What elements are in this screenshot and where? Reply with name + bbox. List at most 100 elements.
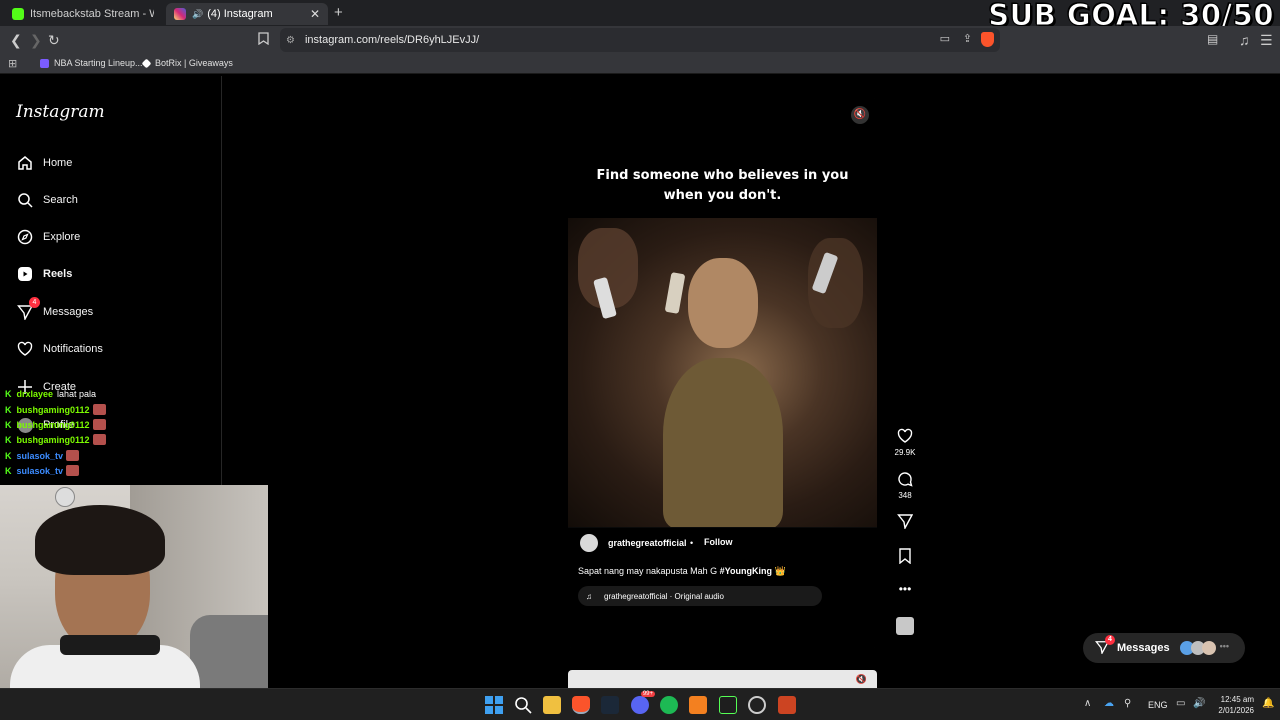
back-icon[interactable]: ❮ xyxy=(10,32,22,49)
bookmark-icon[interactable] xyxy=(258,32,269,48)
onedrive-icon[interactable]: ☁ xyxy=(1104,698,1114,709)
settings-icon[interactable] xyxy=(748,696,766,714)
clock-date: 2/01/2026 xyxy=(1218,706,1254,715)
spotify-icon[interactable] xyxy=(660,696,678,714)
network-icon[interactable]: ⚲ xyxy=(1124,698,1131,709)
volume-icon[interactable]: 🔊 xyxy=(1193,698,1205,709)
kick-icon: K xyxy=(5,404,12,415)
emote-icon xyxy=(66,465,80,476)
sidebar-icon[interactable]: ▤ xyxy=(1207,32,1218,46)
reel-caption: Sapat nang may nakapusta Mah G #YoungKin… xyxy=(578,566,786,577)
send-icon[interactable] xyxy=(897,513,914,531)
clock-time: 12:45 am xyxy=(1220,695,1254,704)
app-icon[interactable] xyxy=(778,696,796,714)
follow-button[interactable]: Follow xyxy=(698,532,739,552)
menu-icon[interactable]: ☰ xyxy=(1260,32,1273,49)
language-indicator[interactable]: ENG xyxy=(1148,700,1168,710)
tab-instagram[interactable]: 🔊 (4) Instagram ✕ xyxy=(166,3,328,25)
like-count: 29.9K xyxy=(894,448,916,457)
messages-pill[interactable]: 4 Messages ••• xyxy=(1083,633,1245,663)
app-icon[interactable] xyxy=(689,696,707,714)
heart-icon xyxy=(16,340,34,358)
video-phone xyxy=(664,272,686,314)
like-action[interactable]: 29.9K xyxy=(893,428,917,457)
chat-message: K sulasok_tv xyxy=(5,465,80,476)
sidebar-item-search[interactable]: Search xyxy=(16,191,78,209)
sidebar-item-reels[interactable]: Reels xyxy=(16,265,72,283)
messenger-icon: 4 xyxy=(1094,634,1115,657)
messages-pill-label: Messages xyxy=(1117,642,1170,654)
discord-icon[interactable]: 99+ xyxy=(631,691,655,714)
close-tab-icon[interactable]: ✕ xyxy=(310,7,320,21)
tab-label: Itsmebackstab Stream - Watch Live o xyxy=(30,8,154,20)
save-action[interactable] xyxy=(893,548,917,566)
notification-bell-icon[interactable]: 🔔 xyxy=(1262,698,1274,709)
emote-icon xyxy=(92,404,106,415)
terminal-icon[interactable] xyxy=(719,696,737,714)
kick-icon: K xyxy=(5,389,12,399)
chat-username: bushgaming0112 xyxy=(16,434,90,445)
file-explorer-icon[interactable] xyxy=(543,696,561,714)
sidebar-item-notifications[interactable]: Notifications xyxy=(16,340,103,358)
comment-action[interactable]: 348 xyxy=(893,471,917,500)
bookmark-nba[interactable]: NBA Starting Lineup... xyxy=(40,58,143,68)
search-icon[interactable] xyxy=(514,696,532,714)
emote-icon xyxy=(66,450,80,461)
windows-start-icon[interactable] xyxy=(485,696,503,714)
clock[interactable]: 12:45 am 2/01/2026 xyxy=(1212,694,1254,716)
forward-icon[interactable]: ❯ xyxy=(30,32,42,49)
brave-shield-icon[interactable] xyxy=(981,32,994,47)
video-figure xyxy=(663,358,783,527)
steam-icon[interactable] xyxy=(601,696,619,714)
author-avatar[interactable] xyxy=(578,532,600,554)
bookmark-botrix[interactable]: BotRix | Giveaways xyxy=(141,58,233,68)
comment-icon[interactable] xyxy=(897,471,913,489)
more-action[interactable]: ••• xyxy=(893,582,917,596)
sidebar-item-explore[interactable]: Explore xyxy=(16,228,80,246)
tab-kick-stream[interactable]: Itsmebackstab Stream - Watch Live o xyxy=(4,3,162,25)
bookmark-label: BotRix | Giveaways xyxy=(155,58,233,68)
chat-username: bushgaming0112 xyxy=(16,419,90,430)
display-icon[interactable]: ▭ xyxy=(1176,698,1185,709)
music-note-icon: ♫ xyxy=(586,591,592,601)
kick-icon: K xyxy=(5,450,12,461)
brave-icon[interactable] xyxy=(572,696,590,714)
sidebar-item-messages[interactable]: 4 Messages xyxy=(16,297,93,321)
heart-icon[interactable] xyxy=(897,428,913,446)
messages-badge: 4 xyxy=(29,297,40,308)
next-reel-preview[interactable]: 🔇 xyxy=(568,670,877,688)
browser-nav-bar: ❮ ❯ ↻ ⚙ instagram.com/reels/DR6yhLJEvJJ/… xyxy=(0,26,1280,54)
mute-icon[interactable]: 🔇 xyxy=(851,106,869,124)
sidebar-item-label: Search xyxy=(43,194,78,206)
separator: • xyxy=(690,538,694,548)
audio-thumbnail[interactable] xyxy=(893,617,917,635)
chat-message: K bushgaming0112 xyxy=(5,419,106,430)
avatar xyxy=(1201,641,1216,655)
audio-pill[interactable]: ♫ grathegreatofficial · Original audio xyxy=(578,586,822,606)
mute-icon[interactable]: 🔇 xyxy=(856,674,867,685)
audio-thumbnail-icon[interactable] xyxy=(896,617,914,635)
more-icon[interactable]: ••• xyxy=(899,582,912,596)
sidebar-item-home[interactable]: Home xyxy=(16,154,72,172)
share-action[interactable] xyxy=(893,513,917,531)
address-bar[interactable]: ⚙ instagram.com/reels/DR6yhLJEvJJ/ ▭ ⇪ xyxy=(280,28,1000,52)
new-tab-button[interactable]: + xyxy=(334,4,343,21)
home-icon xyxy=(16,154,34,172)
bookmark-favicon-icon xyxy=(141,58,152,68)
reel-player[interactable]: 🔇 Find someone who believes in you when … xyxy=(568,98,877,648)
media-icon[interactable]: ♫ xyxy=(1239,32,1250,48)
apps-grid-icon[interactable]: ⊞ xyxy=(8,57,17,70)
url-text: instagram.com/reels/DR6yhLJEvJJ/ xyxy=(304,34,480,46)
site-info-icon[interactable]: ⚙ xyxy=(286,35,295,46)
reload-icon[interactable]: ↻ xyxy=(48,32,60,49)
share-icon[interactable]: ⇪ xyxy=(963,32,972,45)
bookmark-icon[interactable] xyxy=(898,548,912,566)
caption-hashtag[interactable]: #YoungKing xyxy=(720,566,772,576)
caption-emoji: 👑 xyxy=(774,566,786,576)
instagram-logo[interactable]: Instagram xyxy=(16,102,105,122)
cast-icon[interactable]: ▭ xyxy=(940,32,950,45)
reel-video-frame[interactable] xyxy=(568,218,877,527)
author-username[interactable]: grathegreatofficial xyxy=(608,538,687,548)
chat-message: K bushgaming0112 xyxy=(5,434,106,445)
tray-chevron-icon[interactable]: ∧ xyxy=(1084,698,1091,709)
